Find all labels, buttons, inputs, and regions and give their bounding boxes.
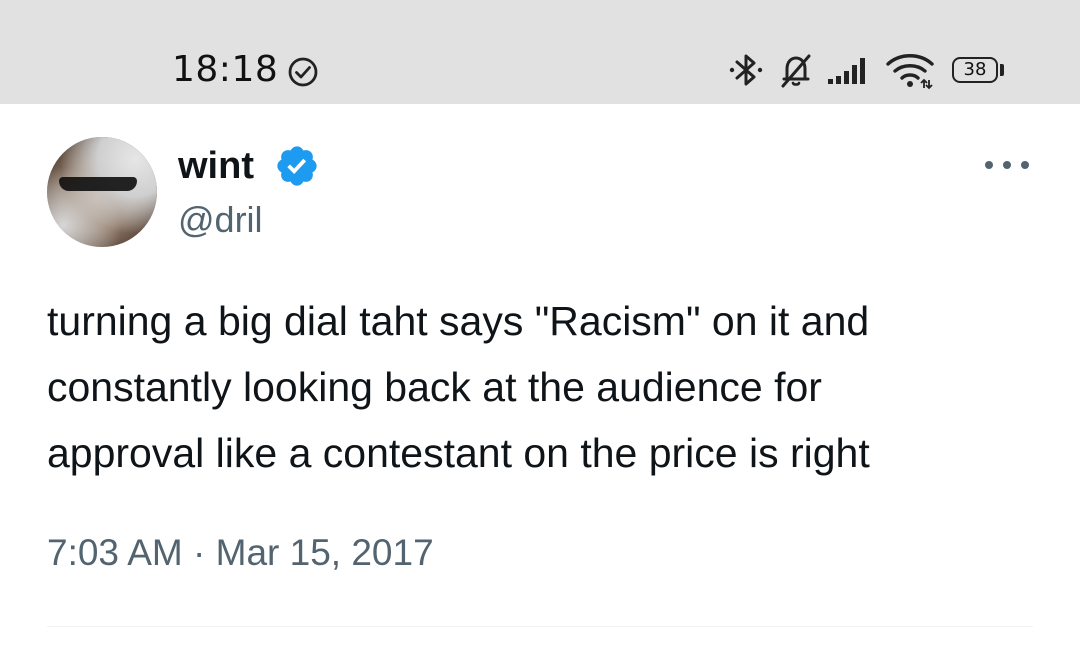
signal-icon xyxy=(828,58,865,84)
more-dot-icon xyxy=(1003,161,1011,169)
tweet-text: turning a big dial taht says "Racism" on… xyxy=(47,298,870,476)
more-dot-icon xyxy=(1021,161,1029,169)
avatar-sunglasses xyxy=(59,177,137,191)
bell-off-icon xyxy=(781,54,811,88)
wifi-icon xyxy=(886,54,934,90)
display-name[interactable]: wint xyxy=(178,143,254,189)
verified-badge-icon[interactable] xyxy=(274,143,320,189)
tweet-timestamp[interactable]: 7:03 AM · Mar 15, 2017 xyxy=(47,530,434,576)
user-handle[interactable]: @dril xyxy=(178,198,263,242)
avatar-background xyxy=(47,137,157,247)
more-dot-icon xyxy=(985,161,993,169)
battery-level: 38 xyxy=(963,59,987,80)
divider xyxy=(47,626,1033,627)
more-options-button[interactable] xyxy=(985,150,1029,180)
battery-tip xyxy=(1000,64,1004,76)
bluetooth-icon xyxy=(729,54,763,86)
status-time: 18:18 xyxy=(172,49,279,90)
avatar[interactable] xyxy=(47,137,157,247)
battery-icon: 38 xyxy=(952,57,998,83)
status-bar: 18:18 38 xyxy=(0,0,1080,104)
check-circle-icon xyxy=(288,57,318,87)
